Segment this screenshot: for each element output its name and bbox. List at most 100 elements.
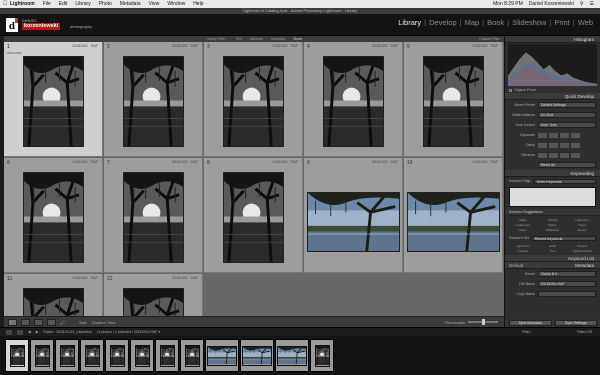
photo-thumbnail[interactable] [23,288,84,316]
filmstrip-thumbnail[interactable] [180,339,204,372]
filter-preset[interactable]: Custom Filter [479,37,500,41]
menu-metadata[interactable]: Metadata [120,1,141,7]
metadata-preset[interactable]: Default [505,263,523,268]
grid-cell[interactable]: 6 20151001 RAF · · · · · [4,158,103,273]
grid-cell[interactable]: 10 20151001 RAF · · · · · [404,158,503,273]
rating-stars[interactable]: · · · · · [342,261,362,266]
keyword-set-item[interactable]: Spanish Moss [568,249,596,253]
clarity-dec-button[interactable] [538,142,547,148]
menu-view[interactable]: View [149,1,160,7]
photo-thumbnail[interactable] [123,288,184,316]
keyword-suggestion[interactable]: Oaks [509,218,537,222]
painter-icon[interactable]: 🖌 [60,320,65,325]
keyword-set-select[interactable]: Recent Keywords [531,235,596,241]
filmstrip-thumbnail[interactable] [130,339,154,372]
rating-stars[interactable]: · · · · · [242,261,262,266]
exposure-dec-button[interactable] [538,132,547,138]
user-name[interactable]: Daniel Korzeniewski [529,1,574,7]
metadata-preset-select[interactable]: Clarity B ▾ [538,271,596,277]
rating-stars[interactable]: · · · · · [42,261,62,266]
photo-thumbnail[interactable] [23,172,84,263]
rating-stars[interactable]: · · · · · [142,261,162,266]
filmstrip-thumbnail[interactable] [205,339,239,372]
grid-cell[interactable]: 1 20151001 RAF 2000x3000 · · · · · [4,42,103,157]
filmstrip-thumbnail[interactable] [5,339,29,372]
filter-tab-none[interactable]: None [294,37,302,41]
photo-thumbnail[interactable] [307,192,400,252]
module-library[interactable]: Library [395,18,424,27]
menu-help[interactable]: Help [193,1,203,7]
photo-thumbnail[interactable] [223,172,284,263]
clock[interactable]: Mon 8:29 PM [493,1,523,7]
vibrance-inc-button[interactable] [571,152,580,158]
filmstrip-thumbnail[interactable] [30,339,54,372]
rating-stars[interactable]: · · · · · [142,145,162,150]
photo-thumbnail[interactable] [123,172,184,263]
photo-thumbnail[interactable] [23,56,84,147]
grid-cell[interactable]: 9 20151001 RAF · · · · · [304,158,403,273]
sync-settings-button[interactable]: Sync Settings [554,320,597,326]
clarity-dec-small-button[interactable] [549,142,558,148]
keyword-tags-field[interactable] [509,187,596,207]
search-icon[interactable]: ⚲ [580,1,584,7]
photo-thumbnail[interactable] [423,56,484,147]
filmstrip-thumbnail[interactable] [80,339,104,372]
clarity-inc-small-button[interactable] [560,142,569,148]
grid-cell[interactable]: 2 20151001 RAF · · · · · [104,42,203,157]
keyword-tags-select[interactable]: Enter Keywords [533,178,596,184]
grid-cell[interactable]: 4 20151001 RAF · · · · · [304,42,403,157]
filters-off-select[interactable]: Filters Off [577,330,592,334]
filmstrip-thumbnail[interactable] [105,339,129,372]
grid-cell[interactable]: 3 20151001 RAF · · · · · [204,42,303,157]
keyword-suggestion[interactable]: Trees [568,223,596,227]
keyword-suggestion[interactable]: Landscape [509,223,537,227]
module-print[interactable]: Print [551,18,572,27]
copy-name-field[interactable] [538,291,596,297]
grid-nav-button[interactable] [17,329,23,335]
exposure-inc-button[interactable] [571,132,580,138]
keywording-header[interactable]: Keywording [505,170,600,177]
menu-library[interactable]: Library [75,1,90,7]
auto-tone-button[interactable]: Auto Tone [538,122,596,128]
keyword-suggestion[interactable]: Moss [509,228,537,232]
sort-select[interactable]: Capture Time [92,320,116,325]
filter-tab-text[interactable]: Text [235,37,241,41]
rating-stars[interactable]: · · · · · [42,145,62,150]
reset-all-button[interactable]: Reset All [538,162,596,168]
menu-photo[interactable]: Photo [99,1,112,7]
keyword-list-header[interactable]: Keyword List [505,255,600,262]
histogram-header[interactable]: Histogram [505,36,600,43]
survey-view-button[interactable] [47,318,56,326]
module-map[interactable]: Map [462,18,483,27]
grid-cell[interactable]: 1120151001RAF· · · · · [4,274,103,316]
thumbnail-size-slider[interactable] [468,319,498,325]
module-develop[interactable]: Develop [426,18,460,27]
menu-file[interactable]: File [43,1,51,7]
exposure-dec-small-button[interactable] [549,132,558,138]
filmstrip-thumbnail[interactable] [275,339,309,372]
filmstrip-thumbnail[interactable] [55,339,79,372]
photo-thumbnail[interactable] [223,56,284,147]
folder-breadcrumb[interactable]: Folder : 2015-01-02_Casselton [43,330,91,334]
menu-list-icon[interactable]: ☰ [590,1,594,7]
keyword-set-item[interactable]: Label [539,244,567,248]
sync-metadata-button[interactable]: Sync Metadata [509,320,552,326]
clarity-inc-button[interactable] [571,142,580,148]
keyword-set-item[interactable]: Tree [539,249,567,253]
filmstrip-thumbnail[interactable] [310,339,334,372]
grid-cell[interactable]: 7 20151001 RAF · · · · · [104,158,203,273]
module-slideshow[interactable]: Slideshow [509,18,549,27]
forward-arrow-icon[interactable]: ▶ [36,330,39,334]
keyword-set-item[interactable]: Presets [568,244,596,248]
filter-tab-metadata[interactable]: Metadata [271,37,286,41]
keyword-suggestion[interactable]: Sunset [568,228,596,232]
filmstrip-thumbnail[interactable] [240,339,274,372]
rating-stars[interactable]: · · · · · [442,261,462,266]
keyword-suggestion[interactable]: Water [539,223,567,227]
menu-lightroom[interactable]: Lightroom [10,1,35,7]
grid-cell[interactable]: 1220151001RAF· · · · · [104,274,203,316]
white-balance-select[interactable]: As Shot [538,112,596,118]
keyword-suggestion[interactable]: Florida [539,218,567,222]
keyword-set-item[interactable]: Outdoor [509,249,537,253]
exposure-inc-small-button[interactable] [560,132,569,138]
